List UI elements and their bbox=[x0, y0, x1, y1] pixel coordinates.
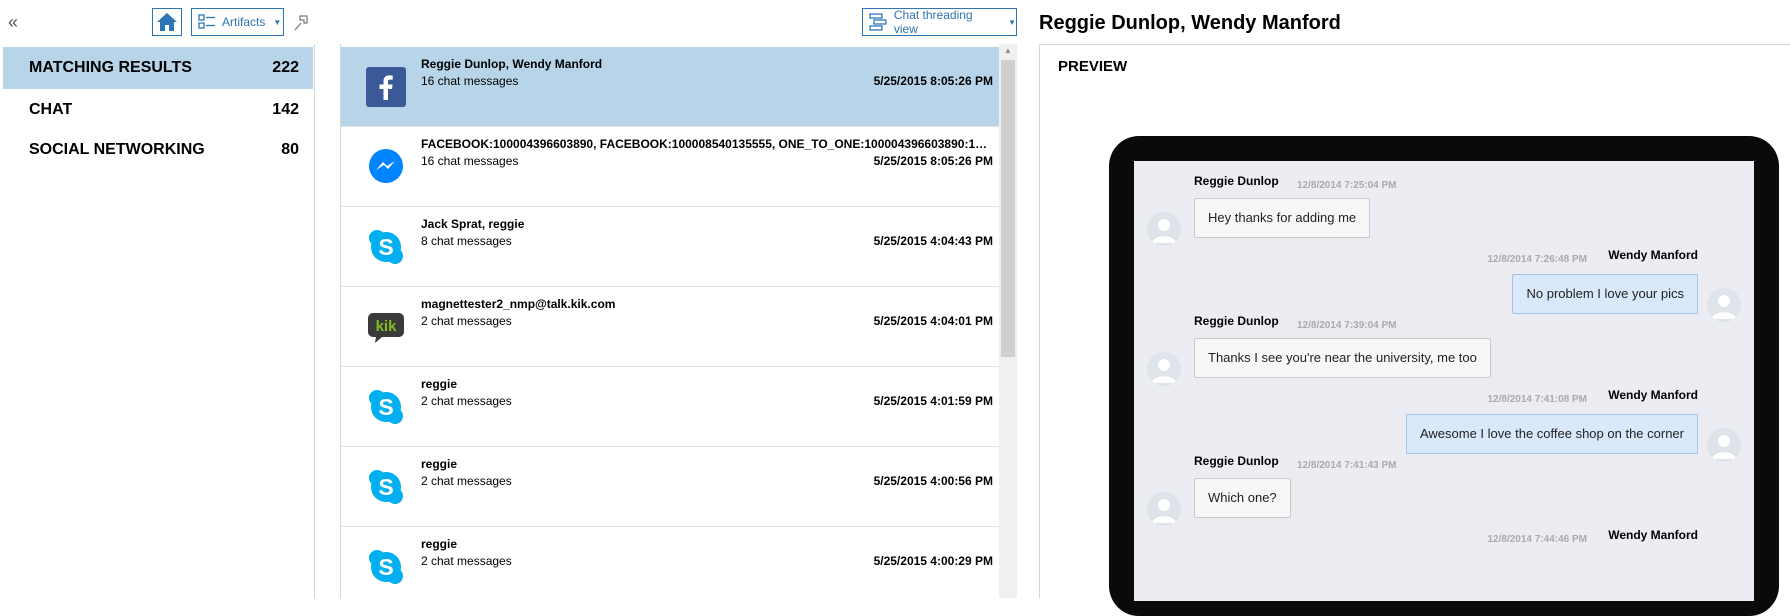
category-chat[interactable]: CHAT 142 bbox=[3, 89, 313, 131]
conversation-row[interactable]: S reggie 2 chat messages 5/25/2015 4:00:… bbox=[341, 527, 999, 598]
message-sender: Reggie Dunlop bbox=[1194, 174, 1279, 188]
conversation-title: Reggie Dunlop, Wendy Manford bbox=[421, 57, 603, 71]
message-count: 8 chat messages bbox=[421, 234, 512, 248]
message-bubble: Thanks I see you're near the university,… bbox=[1194, 338, 1491, 378]
message-sender: Wendy Manford bbox=[1608, 528, 1698, 542]
conversation-row[interactable]: S reggie 2 chat messages 5/25/2015 4:01:… bbox=[341, 367, 999, 447]
conversation-title: Jack Sprat, reggie bbox=[421, 217, 525, 231]
message-time: 12/8/2014 7:41:43 PM bbox=[1297, 460, 1397, 471]
category-panel: MATCHING RESULTS 222 CHAT 142 SOCIAL NET… bbox=[0, 44, 315, 598]
message-count: 2 chat messages bbox=[421, 394, 512, 408]
conversation-title: reggie bbox=[421, 457, 458, 471]
scroll-thumb[interactable] bbox=[1001, 60, 1015, 357]
message-sender: Reggie Dunlop bbox=[1194, 314, 1279, 328]
svg-text:S: S bbox=[378, 394, 393, 420]
preview-panel: PREVIEW Reggie Dunlop 12/8/2014 7:25:04 … bbox=[1039, 44, 1790, 616]
conversation-time: 5/25/2015 8:05:26 PM bbox=[873, 154, 993, 168]
conversation-row[interactable]: FACEBOOK:100004396603890, FACEBOOK:10000… bbox=[341, 127, 999, 207]
conversation-row[interactable]: kik magnettester2_nmp@talk.kik.com 2 cha… bbox=[341, 287, 999, 367]
message-count: 2 chat messages bbox=[421, 554, 512, 568]
preview-label: PREVIEW bbox=[1058, 58, 1128, 75]
skype-icon: S bbox=[369, 470, 403, 504]
avatar-icon bbox=[1147, 212, 1181, 246]
message-time: 12/8/2014 7:26:48 PM bbox=[1487, 254, 1587, 265]
conversation-list: Reggie Dunlop, Wendy Manford 16 chat mes… bbox=[340, 44, 1017, 598]
message-count: 2 chat messages bbox=[421, 314, 512, 328]
conversation-row[interactable]: S Jack Sprat, reggie 8 chat messages 5/2… bbox=[341, 207, 999, 287]
artifacts-icon bbox=[198, 14, 215, 29]
svg-text:S: S bbox=[378, 234, 393, 260]
conversation-title: reggie bbox=[421, 377, 458, 391]
message-time: 12/8/2014 7:25:04 PM bbox=[1297, 180, 1397, 191]
chevron-down-icon: ▼ bbox=[273, 17, 282, 27]
skype-icon: S bbox=[369, 390, 403, 424]
facebook-icon bbox=[366, 67, 406, 107]
scrollbar[interactable]: ▲ bbox=[999, 44, 1017, 598]
conversation-title: reggie bbox=[421, 537, 458, 551]
category-count: 222 bbox=[272, 59, 299, 76]
svg-text:S: S bbox=[378, 554, 393, 580]
conversation-title: FACEBOOK:100004396603890, FACEBOOK:10000… bbox=[421, 137, 991, 151]
page-title: Reggie Dunlop, Wendy Manford bbox=[1039, 12, 1341, 34]
home-button[interactable] bbox=[152, 8, 182, 36]
messenger-icon bbox=[369, 149, 403, 183]
message-time: 12/8/2014 7:44:46 PM bbox=[1487, 534, 1587, 545]
artifacts-dropdown[interactable]: Artifacts ▼ bbox=[191, 8, 284, 36]
conversation-time: 5/25/2015 4:04:43 PM bbox=[873, 234, 993, 248]
category-social-networking[interactable]: SOCIAL NETWORKING 80 bbox=[3, 129, 313, 171]
message-count: 2 chat messages bbox=[421, 474, 512, 488]
avatar-icon bbox=[1147, 492, 1181, 526]
skype-icon: S bbox=[369, 230, 403, 264]
conversation-time: 5/25/2015 4:01:59 PM bbox=[873, 394, 993, 408]
threading-label: Chat threading view bbox=[893, 8, 973, 36]
svg-text:S: S bbox=[378, 474, 393, 500]
message-sender: Reggie Dunlop bbox=[1194, 454, 1279, 468]
scroll-up-icon[interactable]: ▲ bbox=[999, 44, 1017, 58]
chat-threading-view-dropdown[interactable]: Chat threading view ▼ bbox=[862, 8, 1017, 36]
skype-icon: S bbox=[369, 550, 403, 584]
avatar-icon bbox=[1707, 288, 1741, 322]
message-bubble: No problem I love your pics bbox=[1512, 274, 1698, 314]
conversation-time: 5/25/2015 4:00:56 PM bbox=[873, 474, 993, 488]
message-bubble: Awesome I love the coffee shop on the co… bbox=[1405, 414, 1698, 454]
kik-icon: kik bbox=[368, 313, 404, 343]
message-sender: Wendy Manford bbox=[1608, 248, 1698, 262]
home-icon bbox=[157, 13, 177, 31]
svg-text:kik: kik bbox=[376, 318, 398, 335]
avatar-icon bbox=[1707, 428, 1741, 462]
avatar-icon bbox=[1147, 352, 1181, 386]
threading-view-icon bbox=[869, 13, 887, 31]
message-time: 12/8/2014 7:39:04 PM bbox=[1297, 320, 1397, 331]
conversation-row[interactable]: Reggie Dunlop, Wendy Manford 16 chat mes… bbox=[341, 47, 999, 127]
conversation-title: magnettester2_nmp@talk.kik.com bbox=[421, 297, 616, 311]
conversation-time: 5/25/2015 8:05:26 PM bbox=[873, 74, 993, 88]
category-label: CHAT bbox=[29, 101, 73, 118]
conversation-row[interactable]: S reggie 2 chat messages 5/25/2015 4:00:… bbox=[341, 447, 999, 527]
message-bubble: Hey thanks for adding me bbox=[1194, 198, 1371, 238]
conversation-time: 5/25/2015 4:04:01 PM bbox=[873, 314, 993, 328]
message-sender: Wendy Manford bbox=[1608, 388, 1698, 402]
pin-icon[interactable] bbox=[293, 14, 311, 32]
category-label: MATCHING RESULTS bbox=[29, 59, 192, 76]
chat-screen[interactable]: Reggie Dunlop 12/8/2014 7:25:04 PM Hey t… bbox=[1134, 161, 1754, 601]
category-count: 142 bbox=[272, 101, 299, 118]
message-time: 12/8/2014 7:41:08 PM bbox=[1487, 394, 1587, 405]
device-frame: Reggie Dunlop 12/8/2014 7:25:04 PM Hey t… bbox=[1109, 136, 1779, 616]
conversation-time: 5/25/2015 4:00:29 PM bbox=[873, 554, 993, 568]
message-bubble: Which one? bbox=[1194, 478, 1291, 518]
category-count: 80 bbox=[281, 141, 299, 158]
category-label: SOCIAL NETWORKING bbox=[29, 141, 205, 158]
chevron-down-icon: ▼ bbox=[1008, 17, 1016, 27]
message-count: 16 chat messages bbox=[421, 74, 519, 88]
message-count: 16 chat messages bbox=[421, 154, 519, 168]
collapse-panel-icon[interactable]: « bbox=[8, 12, 24, 32]
artifacts-label: Artifacts bbox=[222, 15, 266, 29]
category-matching-results[interactable]: MATCHING RESULTS 222 bbox=[3, 47, 313, 89]
